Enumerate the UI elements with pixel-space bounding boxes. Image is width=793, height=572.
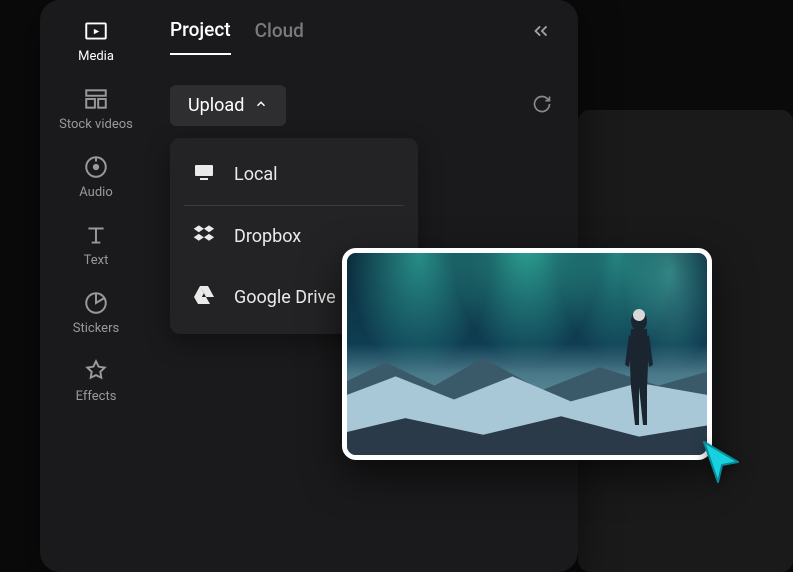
upload-option-label: Dropbox xyxy=(234,226,301,247)
sidebar-item-stock-videos[interactable]: Stock videos xyxy=(59,86,133,132)
upload-option-local[interactable]: Local xyxy=(170,144,418,205)
sidebar-item-label: Stickers xyxy=(73,321,119,336)
sidebar-item-stickers[interactable]: Stickers xyxy=(73,290,119,336)
thumbnail-image xyxy=(347,253,707,455)
sidebar-item-label: Audio xyxy=(79,185,112,200)
media-thumbnail[interactable] xyxy=(342,248,712,460)
sidebar-item-effects[interactable]: Effects xyxy=(76,358,117,404)
upload-button[interactable]: Upload xyxy=(170,85,286,126)
effects-icon xyxy=(83,358,109,384)
sidebar-item-label: Effects xyxy=(76,389,117,404)
stickers-icon xyxy=(83,290,109,316)
collapse-panel-button[interactable] xyxy=(530,20,552,46)
cursor-icon xyxy=(698,438,746,490)
media-icon xyxy=(83,18,109,44)
tab-cloud[interactable]: Cloud xyxy=(255,19,304,54)
sidebar-item-media[interactable]: Media xyxy=(78,18,114,64)
text-icon xyxy=(83,222,109,248)
dropbox-icon xyxy=(192,222,216,251)
refresh-button[interactable] xyxy=(532,94,552,118)
monitor-icon xyxy=(192,160,216,189)
upload-option-label: Local xyxy=(234,164,278,185)
google-drive-icon xyxy=(192,283,216,312)
sidebar-item-label: Text xyxy=(84,253,109,268)
audio-icon xyxy=(83,154,109,180)
panel-toolbar: Upload xyxy=(170,85,552,126)
upload-button-label: Upload xyxy=(188,95,244,116)
left-sidebar: Media Stock videos Audio Text Stickers xyxy=(40,0,152,572)
sidebar-item-label: Stock videos xyxy=(59,117,133,132)
sidebar-item-text[interactable]: Text xyxy=(83,222,109,268)
stock-videos-icon xyxy=(83,86,109,112)
panel-tabs: Project Cloud xyxy=(170,18,552,55)
sidebar-item-audio[interactable]: Audio xyxy=(79,154,112,200)
chevron-up-icon xyxy=(254,95,268,116)
sidebar-item-label: Media xyxy=(78,49,114,64)
tab-project[interactable]: Project xyxy=(170,18,231,55)
upload-option-label: Google Drive xyxy=(234,287,336,308)
